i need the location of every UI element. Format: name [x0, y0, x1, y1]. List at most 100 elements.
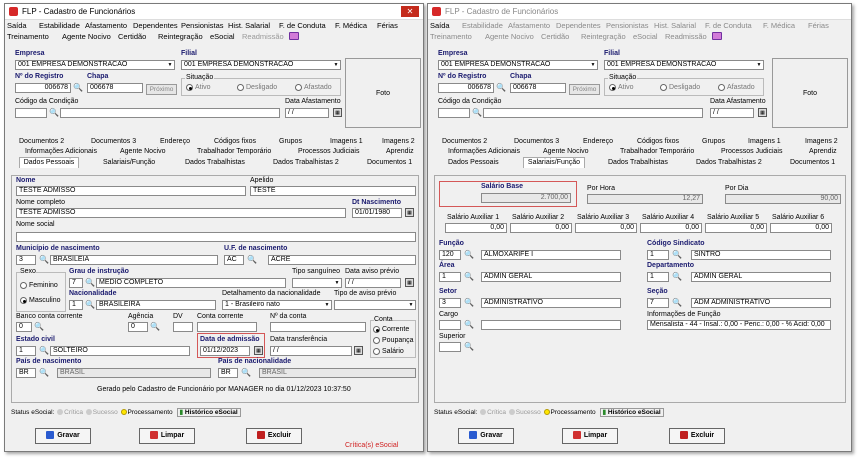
menu-treinamento[interactable]: Treinamento: [430, 32, 472, 41]
calendar-icon[interactable]: ▦: [354, 346, 363, 355]
menu-reintegracao[interactable]: Reintegração: [581, 32, 626, 41]
menu-afastamento[interactable]: Afastamento: [508, 21, 550, 30]
tipo-aviso-select[interactable]: ▼: [334, 300, 416, 310]
estado-civil-cod[interactable]: 1: [16, 346, 36, 356]
critica-esocial-link[interactable]: Crítica(s) eSocial: [345, 442, 398, 449]
tab-documentos-3[interactable]: Documentos 3: [91, 137, 136, 147]
tab-documentos-2[interactable]: Documentos 2: [442, 137, 487, 147]
nome-input[interactable]: TESTE ADMISSO: [16, 186, 246, 196]
aux-3-input[interactable]: 0,00: [575, 223, 637, 233]
chapa-input[interactable]: 006678: [510, 83, 566, 93]
cod-condicao-input[interactable]: [438, 108, 470, 118]
menu-dependentes[interactable]: Dependentes: [556, 21, 601, 30]
search-icon[interactable]: 🔍: [472, 109, 482, 117]
tab-aprendiz[interactable]: Aprendiz: [809, 147, 837, 157]
empresa-select[interactable]: 001 EMPRESA DEMONSTRACAO ▼: [438, 60, 598, 70]
chapa-input[interactable]: 006678: [87, 83, 143, 93]
menu-agente-nocivo[interactable]: Agente Nocivo: [62, 32, 111, 41]
dv-input[interactable]: [173, 322, 193, 332]
menu-hist-salarial[interactable]: Hist. Salarial: [654, 21, 696, 30]
tab-aprendiz[interactable]: Aprendiz: [386, 147, 414, 157]
ativo-radio[interactable]: [609, 84, 616, 91]
search-icon[interactable]: 🔍: [496, 84, 506, 92]
excluir-button[interactable]: Excluir: [246, 428, 302, 444]
tab-processos[interactable]: Processos Judiciais: [721, 147, 782, 157]
chat-icon[interactable]: [289, 32, 299, 40]
search-icon[interactable]: 🔍: [672, 273, 682, 281]
menu-f-conduta[interactable]: F. de Conduta: [705, 21, 752, 30]
tab-trab-temporario[interactable]: Trabalhador Temporário: [197, 147, 271, 157]
foto-box[interactable]: Foto: [772, 58, 848, 128]
por-dia-input[interactable]: 90,00: [725, 194, 841, 204]
nome-completo-input[interactable]: TESTE ADMISSO: [16, 208, 346, 218]
aux-5-input[interactable]: 0,00: [705, 223, 767, 233]
historico-esocial-button[interactable]: ▮ Histórico eSocial: [176, 408, 241, 417]
pais-nasc-cod[interactable]: BR: [16, 368, 36, 378]
tab-codigos-fixos[interactable]: Códigos fixos: [214, 137, 256, 147]
foto-box[interactable]: Foto: [345, 58, 421, 128]
search-icon[interactable]: 🔍: [464, 299, 474, 307]
tab-agente-nocivo[interactable]: Agente Nocivo: [543, 147, 589, 157]
search-icon[interactable]: 🔍: [85, 279, 95, 287]
tab-imagens-1[interactable]: Imagens 1: [748, 137, 781, 147]
secao-cod[interactable]: 7: [647, 298, 669, 308]
nconta-input[interactable]: [270, 322, 366, 332]
dt-nasc-input[interactable]: 01/01/1980: [352, 208, 402, 218]
calendar-icon[interactable]: ▦: [405, 278, 414, 287]
agencia-input[interactable]: 0: [128, 322, 148, 332]
tab-salariais-funcao[interactable]: Salariais/Função: [103, 158, 155, 168]
ativo-radio[interactable]: [186, 84, 193, 91]
menu-reintegracao[interactable]: Reintegração: [158, 32, 203, 41]
search-icon[interactable]: 🔍: [39, 256, 49, 264]
tab-dados-pessoais[interactable]: Dados Pessoais: [19, 157, 79, 168]
por-hora-input[interactable]: 12,27: [587, 194, 703, 204]
menu-estabilidade[interactable]: Estabilidade: [39, 21, 80, 30]
tab-grupos[interactable]: Grupos: [702, 137, 725, 147]
registro-input[interactable]: 006678: [438, 83, 494, 93]
menu-ferias[interactable]: Férias: [377, 21, 398, 30]
masculino-radio[interactable]: [20, 297, 27, 304]
search-icon[interactable]: 🔍: [241, 369, 251, 377]
tab-imagens-2[interactable]: Imagens 2: [805, 137, 838, 147]
search-icon[interactable]: 🔍: [39, 369, 49, 377]
menu-treinamento[interactable]: Treinamento: [7, 32, 49, 41]
menu-hist-salarial[interactable]: Hist. Salarial: [228, 21, 270, 30]
filial-select[interactable]: 001 EMPRESA DEMONSTRACAO ▼: [604, 60, 764, 70]
tab-documentos-3[interactable]: Documentos 3: [514, 137, 559, 147]
menu-f-medica[interactable]: F. Médica: [763, 21, 795, 30]
corrente-radio[interactable]: [373, 326, 380, 333]
tab-imagens-2[interactable]: Imagens 2: [382, 137, 415, 147]
registro-input[interactable]: 006678: [15, 83, 71, 93]
menu-certidao[interactable]: Certidão: [541, 32, 569, 41]
proximo-button[interactable]: Próximo: [146, 84, 177, 95]
apelido-input[interactable]: TESTE: [250, 186, 416, 196]
tab-codigos-fixos[interactable]: Códigos fixos: [637, 137, 679, 147]
nac-cod-input[interactable]: 1: [69, 300, 83, 310]
menu-readmissao[interactable]: Readmissão: [242, 32, 284, 41]
menu-saida[interactable]: Saída: [430, 21, 450, 30]
menu-readmissao[interactable]: Readmissão: [665, 32, 707, 41]
menu-pensionistas[interactable]: Pensionistas: [606, 21, 649, 30]
poupanca-radio[interactable]: [373, 337, 380, 344]
tab-documentos-1[interactable]: Documentos 1: [790, 158, 835, 168]
depto-cod[interactable]: 1: [647, 272, 669, 282]
area-cod[interactable]: 1: [439, 272, 461, 282]
tab-imagens-1[interactable]: Imagens 1: [330, 137, 363, 147]
calendar-icon[interactable]: ▦: [405, 208, 414, 217]
tab-dados-trabalhistas-2[interactable]: Dados Trabalhistas 2: [696, 158, 762, 168]
municipio-cod-input[interactable]: 3: [16, 255, 36, 265]
search-icon[interactable]: 🔍: [39, 347, 49, 355]
search-icon[interactable]: 🔍: [49, 109, 59, 117]
cargo-cod[interactable]: [439, 320, 461, 330]
menu-certidao[interactable]: Certidão: [118, 32, 146, 41]
search-icon[interactable]: 🔍: [464, 251, 474, 259]
limpar-button[interactable]: Limpar: [562, 428, 618, 444]
tab-dados-pessoais[interactable]: Dados Pessoais: [448, 158, 499, 168]
filial-select[interactable]: 001 EMPRESA DEMONSTRACAO ▼: [181, 60, 341, 70]
aux-1-input[interactable]: 0,00: [445, 223, 507, 233]
desligado-radio[interactable]: [237, 84, 244, 91]
det-nac-select[interactable]: 1 - Brasileiro nato ▼: [222, 300, 332, 310]
afastado-radio[interactable]: [718, 84, 725, 91]
search-icon[interactable]: 🔍: [672, 299, 682, 307]
data-afast-input[interactable]: / /: [710, 108, 754, 118]
